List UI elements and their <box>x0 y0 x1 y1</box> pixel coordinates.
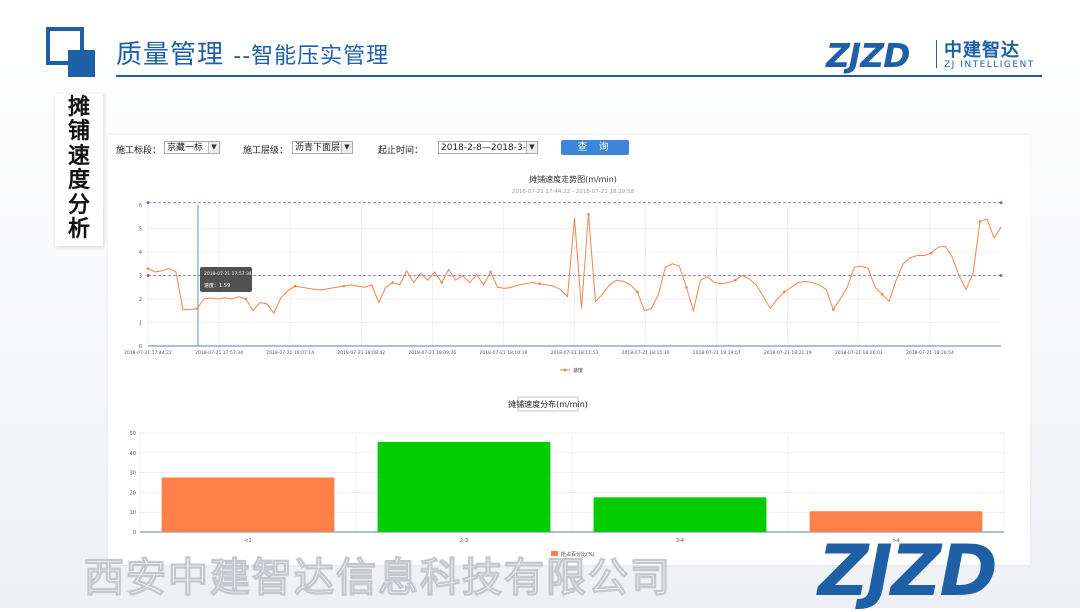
app-panel: 施工标段： 京藏一标 ▼ 施工层级： 沥青下面层 ▼ 起止时间： 2018-2-… <box>108 135 1030 565</box>
x-tick-label: 2018-07-21 17:57:34 <box>195 350 243 356</box>
query-button[interactable]: 查 询 <box>561 140 629 155</box>
chevron-down-icon: ▼ <box>208 142 219 153</box>
brand-mark: ZJZD <box>826 36 911 75</box>
x-tick-label: 2-3 <box>460 538 468 544</box>
data-point <box>244 297 248 301</box>
brand-divider <box>936 40 937 68</box>
section-filter-label: 施工标段： <box>116 146 162 156</box>
chevron-down-icon: ▼ <box>526 142 537 153</box>
time-range-select[interactable]: 2018-2-8—2018-3-5 ▼ <box>438 141 538 154</box>
reference-line-marker <box>146 274 150 277</box>
side-label-char: 摊 <box>67 95 90 120</box>
side-label-char: 析 <box>67 217 90 242</box>
data-point <box>342 284 346 288</box>
page-title-sub: --智能压实管理 <box>233 44 390 69</box>
data-point <box>440 281 443 284</box>
layer-select[interactable]: 沥青下面层 ▼ <box>292 141 353 154</box>
x-tick-label: <2 <box>244 538 251 544</box>
x-tick-label: 2018-07-21 18:26:54 <box>906 350 954 356</box>
speed-trend-chart: 摊铺速度走势图(m/min) 2018-07-21 17:44:22 - 201… <box>124 174 1003 374</box>
footer-brand-mark: ZJZD <box>818 530 998 612</box>
section-select[interactable]: 京藏一标 ▼ <box>164 141 220 154</box>
side-label: 摊 铺 速 度 分 析 <box>55 94 103 246</box>
y-tick-label: 30 <box>130 471 136 477</box>
reference-line-marker <box>146 201 150 205</box>
tooltip: 2018-07-21 17:57:34 速度：1.59 <box>200 267 252 292</box>
data-point <box>587 213 590 216</box>
data-point <box>782 290 786 294</box>
data-point <box>489 270 492 274</box>
y-tick-label: 1 <box>139 321 142 327</box>
data-point <box>929 251 933 255</box>
brand-name-en: ZJ INTELLIGENT <box>944 60 1035 70</box>
line-chart-subtitle: 2018-07-21 17:44:22 - 2018-07-21 18:29:5… <box>512 189 635 195</box>
y-tick-label: 6 <box>139 203 142 209</box>
y-tick-label: 40 <box>130 451 136 457</box>
x-tick-label: 2018-07-21 18:07:14 <box>266 350 314 356</box>
x-tick-label: 3-4 <box>676 538 684 544</box>
y-tick-label: 50 <box>130 431 136 437</box>
brand-name-cn: 中建智达 <box>944 40 1020 61</box>
time-range-value: 2018-2-8—2018-3-5 <box>441 143 532 153</box>
y-tick-label: 20 <box>130 490 136 496</box>
time-filter-label: 起止时间： <box>378 146 424 156</box>
tooltip-value: 速度：1.59 <box>204 282 230 289</box>
section-logo-fill <box>68 50 95 77</box>
data-point <box>195 307 199 310</box>
line-chart-title: 摊铺速度走势图(m/min) <box>529 174 617 184</box>
y-tick-label: 0 <box>133 530 136 536</box>
data-point <box>880 293 884 296</box>
data-point <box>538 282 541 286</box>
bar <box>593 497 767 532</box>
x-tick-label: 2018-07-21 18:19:07 <box>693 350 741 356</box>
bar-chart-title: 摊铺速度分布(m/min) <box>508 399 588 409</box>
y-tick-label: 3 <box>139 274 142 280</box>
data-point <box>734 278 737 282</box>
side-label-char: 铺 <box>67 119 90 144</box>
chevron-down-icon: ▼ <box>341 142 352 153</box>
x-tick-label: 2018-07-21 18:21:19 <box>764 350 812 356</box>
bar <box>377 441 551 532</box>
x-tick-label: 2018-07-21 18:10:19 <box>480 350 528 356</box>
y-tick-label: 5 <box>139 227 142 233</box>
x-tick-label: 2018-07-21 18:08:42 <box>337 350 385 356</box>
brand-logo: ZJZD 中建智达 ZJ INTELLIGENT <box>826 36 1041 75</box>
x-tick-label: 2018-07-21 18:26:01 <box>835 350 883 356</box>
header-divider <box>116 75 1042 77</box>
y-tick-label: 10 <box>130 510 136 516</box>
data-point <box>636 290 639 294</box>
y-tick-label: 0 <box>139 344 142 350</box>
bar <box>809 511 983 532</box>
data-point <box>391 281 395 284</box>
reference-line-marker <box>999 274 1003 277</box>
side-label-char: 度 <box>67 168 90 193</box>
x-tick-label: 2018-07-21 18:09:26 <box>408 350 456 356</box>
page-title: 质量管理 --智能压实管理 <box>116 34 389 71</box>
layer-filter-label: 施工层级： <box>243 146 289 156</box>
y-tick-label: 4 <box>139 250 142 256</box>
y-tick-label: 2 <box>139 297 142 303</box>
side-label-char: 速 <box>67 144 90 169</box>
section-select-value: 京藏一标 <box>167 143 204 153</box>
data-point <box>146 267 150 270</box>
side-label-char: 分 <box>67 193 90 218</box>
x-tick-label: 2018-07-21 18:15:10 <box>622 350 670 356</box>
page-title-main: 质量管理 <box>116 40 225 70</box>
data-point <box>685 285 688 289</box>
legend-label: 速度 <box>573 367 583 374</box>
x-tick-label: 2018-07-21 18:11:53 <box>551 350 599 356</box>
tooltip-time: 2018-07-21 17:57:34 <box>204 271 252 277</box>
legend-swatch-dot <box>563 368 567 372</box>
data-point <box>978 220 982 223</box>
x-tick-label: 2018-07-21 17:44:22 <box>124 350 172 356</box>
data-point <box>831 308 835 311</box>
footer-company-name: 西安中建智达信息科技有限公司 <box>84 555 672 602</box>
bar <box>161 477 335 532</box>
reference-line-marker <box>999 201 1003 205</box>
layer-select-value: 沥青下面层 <box>295 143 341 153</box>
data-point <box>293 284 297 288</box>
